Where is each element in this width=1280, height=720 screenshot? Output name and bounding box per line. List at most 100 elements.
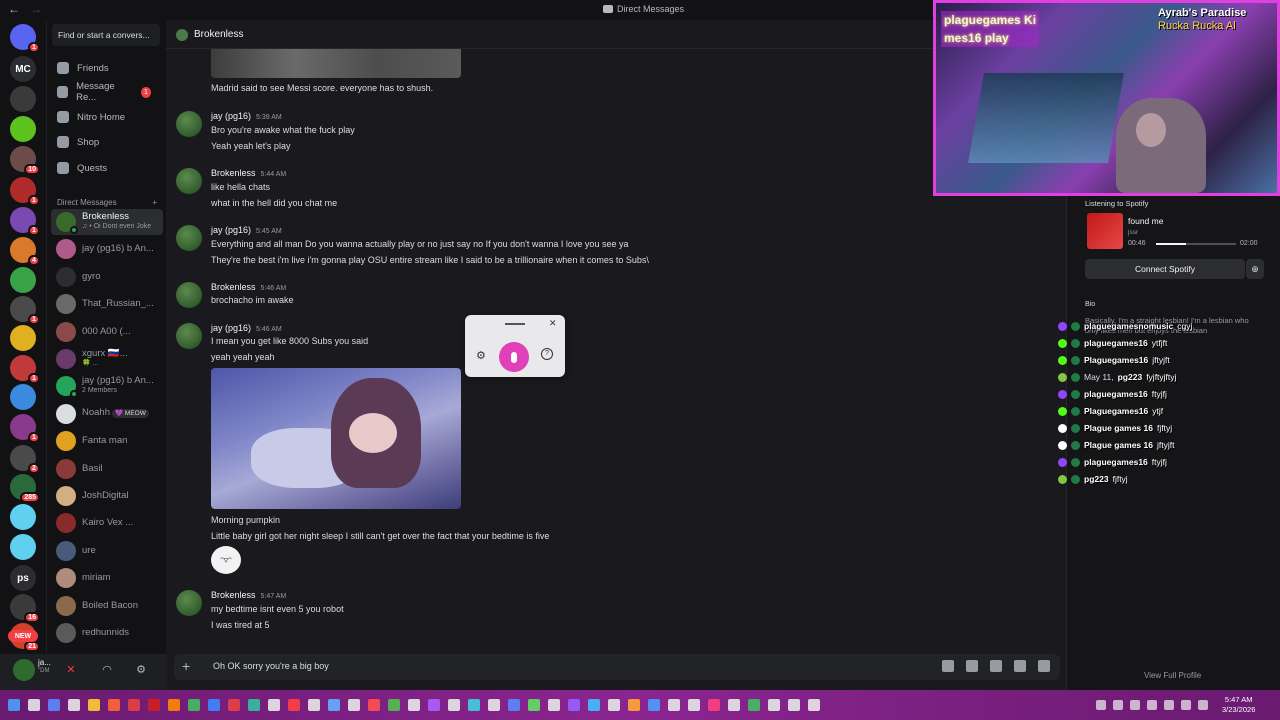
taskbar-app-icon[interactable]: [428, 699, 440, 711]
taskbar-app-icon[interactable]: [708, 699, 720, 711]
connect-spotify-button[interactable]: Connect Spotify: [1085, 259, 1245, 279]
message-avatar[interactable]: [176, 282, 202, 308]
taskbar-app-icon[interactable]: [348, 699, 360, 711]
server-icon[interactable]: 1: [10, 414, 40, 443]
image-attachment[interactable]: [211, 49, 461, 78]
microphone-button[interactable]: [499, 342, 529, 372]
message-author[interactable]: jay (pg16) 5:45 AM: [211, 225, 282, 235]
server-icon[interactable]: 4: [10, 237, 40, 266]
message-input[interactable]: Oh OK sorry you're a big boy: [213, 661, 329, 671]
taskbar-app-icon[interactable]: [528, 699, 540, 711]
taskbar-app-icon[interactable]: [508, 699, 520, 711]
anime-image-attachment[interactable]: [211, 368, 461, 509]
taskbar-app-icon[interactable]: [228, 699, 240, 711]
close-icon[interactable]: ✕: [549, 318, 557, 329]
taskbar-app-icon[interactable]: [628, 699, 640, 711]
taskbar-app-icon[interactable]: [248, 699, 260, 711]
server-icon[interactable]: 1: [10, 296, 40, 325]
nav-item-nitro-home[interactable]: Nitro Home: [51, 105, 161, 129]
message-author[interactable]: jay (pg16) 5:39 AM: [211, 111, 282, 121]
taskbar-app-icon[interactable]: [288, 699, 300, 711]
mute-mic-icon[interactable]: ✕: [64, 662, 78, 676]
headphones-icon[interactable]: ◠: [100, 662, 114, 676]
heart-icon[interactable]: [10, 504, 36, 530]
dm-item[interactable]: Kairo Vex ...: [51, 510, 163, 536]
taskbar-app-icon[interactable]: [728, 699, 740, 711]
message-avatar[interactable]: [176, 590, 202, 616]
server-icon[interactable]: 1: [10, 207, 40, 236]
server-icon[interactable]: 285: [10, 474, 40, 503]
dm-item[interactable]: miriam: [51, 565, 163, 591]
taskbar-app-icon[interactable]: [148, 699, 160, 711]
search-icon[interactable]: [28, 699, 40, 711]
drag-handle[interactable]: [505, 323, 525, 325]
taskbar-app-icon[interactable]: [788, 699, 800, 711]
settings-gear-icon[interactable]: ⚙: [134, 662, 148, 676]
gift-icon[interactable]: [942, 660, 954, 672]
start-icon[interactable]: [8, 699, 20, 711]
taskbar-app-icon[interactable]: [648, 699, 660, 711]
message-author[interactable]: Brokenless 5:44 AM: [211, 168, 286, 178]
tray-icon[interactable]: [1130, 700, 1140, 710]
dm-item[interactable]: redhunnids: [51, 620, 163, 646]
server-icon[interactable]: 16: [10, 594, 40, 623]
cat-sticker[interactable]: ᵔ▿ᵔ: [211, 546, 241, 574]
sticker-icon[interactable]: [990, 660, 1002, 672]
battery-icon[interactable]: [1181, 700, 1191, 710]
nav-item-message-re[interactable]: Message Re... 1: [51, 80, 161, 104]
track-artist[interactable]: jssr: [1128, 229, 1138, 236]
dm-item[interactable]: Basil: [51, 456, 163, 482]
taskbar-app-icon[interactable]: [128, 699, 140, 711]
taskbar-app-icon[interactable]: [688, 699, 700, 711]
wifi-icon[interactable]: [1147, 700, 1157, 710]
ps-icon[interactable]: ps: [10, 565, 36, 591]
taskbar-app-icon[interactable]: [88, 699, 100, 711]
dm-item[interactable]: That_Russian_...: [51, 291, 163, 317]
message-avatar[interactable]: [176, 168, 202, 194]
recipient-name[interactable]: Brokenless: [194, 29, 243, 40]
dm-item[interactable]: Fanta man: [51, 428, 163, 454]
server-icon[interactable]: 1: [10, 177, 40, 206]
message-composer[interactable]: + Oh OK sorry you're a big boy: [174, 654, 1060, 680]
dm-item[interactable]: jay (pg16) b An... 2 Members: [51, 373, 163, 399]
taskbar-app-icon[interactable]: [68, 699, 80, 711]
tray-icon[interactable]: [1198, 700, 1208, 710]
add-attachment-icon[interactable]: +: [182, 658, 190, 674]
taskbar-app-icon[interactable]: [568, 699, 580, 711]
emoji-icon[interactable]: [1014, 660, 1026, 672]
taskbar-app-icon[interactable]: [308, 699, 320, 711]
album-art[interactable]: [1087, 213, 1123, 249]
view-full-profile-link[interactable]: View Full Profile: [1144, 671, 1201, 680]
back-arrow-icon[interactable]: ←: [8, 2, 20, 16]
help-icon[interactable]: ?: [541, 348, 553, 360]
taskbar-app-icon[interactable]: [468, 699, 480, 711]
taskbar-app-icon[interactable]: [588, 699, 600, 711]
dm-item[interactable]: xgurx 🇷🇺... 🍀 ...: [51, 346, 163, 372]
nav-item-friends[interactable]: Friends: [51, 56, 161, 80]
frog-icon[interactable]: [10, 116, 36, 142]
message-author[interactable]: jay (pg16) 5:46 AM: [211, 323, 282, 333]
message-avatar[interactable]: [176, 323, 202, 349]
taskbar-app-icon[interactable]: [168, 699, 180, 711]
dm-item[interactable]: Brokenless ♫ • Oi Dont even Joke: [51, 209, 163, 235]
volume-icon[interactable]: [1164, 700, 1174, 710]
dm-item[interactable]: gyro: [51, 264, 163, 290]
taskbar-app-icon[interactable]: [388, 699, 400, 711]
ninja-icon[interactable]: [10, 86, 36, 112]
dm-item[interactable]: 000 A00 (...: [51, 319, 163, 345]
message-author[interactable]: Brokenless 5:46 AM: [211, 282, 286, 292]
tray-icon[interactable]: [1113, 700, 1123, 710]
message-author[interactable]: Brokenless 5:47 AM: [211, 590, 286, 600]
taskbar-app-icon[interactable]: [808, 699, 820, 711]
forward-arrow-icon[interactable]: →: [30, 2, 42, 16]
taskbar-app-icon[interactable]: [668, 699, 680, 711]
dm-item[interactable]: jay (pg16) b An...: [51, 236, 163, 262]
track-title[interactable]: found me: [1128, 216, 1163, 226]
server-icon[interactable]: [10, 325, 36, 351]
taskbar-app-icon[interactable]: [608, 699, 620, 711]
taskbar-app-icon[interactable]: [768, 699, 780, 711]
user-avatar[interactable]: [13, 659, 35, 681]
taskbar-app-icon[interactable]: [448, 699, 460, 711]
server-icon[interactable]: [10, 267, 36, 293]
taskbar-app-icon[interactable]: [208, 699, 220, 711]
